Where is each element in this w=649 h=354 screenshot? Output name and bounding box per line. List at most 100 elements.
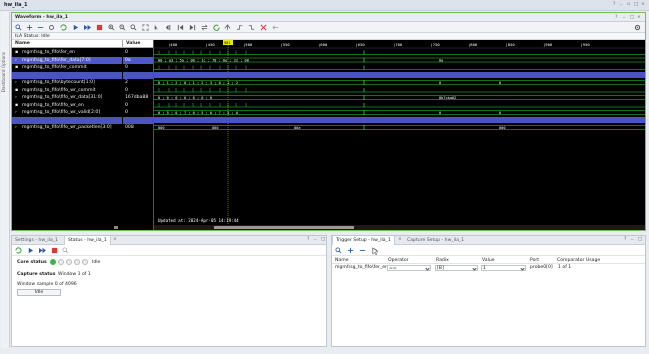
- operator-select[interactable]: ==: [387, 265, 431, 271]
- signal-value: [123, 71, 153, 79]
- tab-status[interactable]: Status - hw_ila_1: [64, 236, 111, 245]
- mouse-cursor-icon: [372, 248, 379, 255]
- search-icon[interactable]: [335, 247, 342, 254]
- status-search-icon[interactable]: [62, 247, 69, 254]
- waveform-traces: |400 |450 |500 |550 |600 |650 |700 |750 |800 |850…: [154, 40, 645, 230]
- bus-expand-icon[interactable]: ›: [15, 80, 17, 85]
- zoom-out-icon[interactable]: [119, 24, 126, 31]
- close-icon[interactable]: ×: [641, 2, 645, 7]
- add-marker-icon[interactable]: [224, 24, 231, 31]
- bus-expand-icon[interactable]: ›: [15, 95, 17, 100]
- zoom-in-icon[interactable]: [108, 24, 115, 31]
- signal-bit-icon: ▪: [15, 50, 19, 55]
- restore-icon[interactable]: ▫: [627, 2, 630, 7]
- play-icon[interactable]: [72, 24, 79, 31]
- cursor-icon[interactable]: [153, 24, 160, 31]
- fast-forward-icon[interactable]: [84, 24, 91, 31]
- name-scrollbar[interactable]: [12, 225, 153, 230]
- trigger-panel: Trigger Setup - hw_ila_1 × Capture Setup…: [331, 235, 646, 347]
- col-comparator-usage: Comparator Usage: [557, 258, 601, 263]
- signal-value: 0: [125, 110, 128, 115]
- signal-row[interactable]: › mgmt\sg_to_fifo\fifo_wr_packetlen[3:0]: [12, 124, 122, 131]
- add-probe-icon[interactable]: [347, 247, 354, 254]
- time-tick-label: |700: [393, 42, 403, 47]
- trigger-restore-icon[interactable]: □: [638, 237, 642, 242]
- time-tick-label: |500: [243, 42, 253, 47]
- core-status-value: Idle: [92, 260, 101, 265]
- remove-probe-icon[interactable]: [359, 247, 366, 254]
- signal-row[interactable]: ▪ mgmt\sg_to_fifo\fer_en: [12, 49, 122, 56]
- bus-expand-icon[interactable]: ›: [15, 58, 17, 63]
- idle-button[interactable]: Idle: [17, 289, 61, 296]
- waveform-settings-icon[interactable]: [634, 24, 641, 31]
- value-select[interactable]: 1: [481, 265, 526, 271]
- tab-trigger-setup[interactable]: Trigger Setup - hw_ila_1: [332, 236, 395, 245]
- table-row[interactable]: mgmt\sg_to_fifo\fer_en == [B] 1 probe0[0…: [332, 264, 645, 272]
- signal-value: [123, 116, 153, 124]
- play-icon[interactable]: [27, 247, 34, 254]
- signal-row[interactable]: [12, 71, 122, 79]
- signal-row[interactable]: › mgmt\sg_to_fifo\bytecount[1:0]: [12, 79, 122, 86]
- trigger-help-icon[interactable]: ?: [624, 237, 626, 242]
- dashboard-options-tab[interactable]: Dashboard Options: [1, 12, 10, 348]
- run-trigger-icon[interactable]: [15, 247, 22, 254]
- minimize-icon[interactable]: _: [620, 1, 622, 6]
- probe-name: mgmt\sg_to_fifo\fer_en: [335, 265, 388, 270]
- zoom-fit-icon[interactable]: [130, 24, 137, 31]
- fit-view-icon[interactable]: [142, 24, 149, 31]
- add-icon[interactable]: [26, 24, 33, 31]
- trigger-tab-close-icon[interactable]: ×: [398, 237, 402, 242]
- waveform-close-icon[interactable]: ×: [637, 15, 641, 20]
- time-tick-label: |550: [281, 42, 291, 47]
- go-start-icon[interactable]: [177, 24, 184, 31]
- status-dot: [58, 259, 64, 265]
- signal-row[interactable]: › mgmt\sg_to_fifo\fifo_wr_valid[2:0]: [12, 109, 122, 116]
- prev-edge-icon[interactable]: [236, 24, 243, 31]
- stop-icon[interactable]: [96, 24, 103, 31]
- waveform-minimize-icon[interactable]: _: [623, 14, 625, 19]
- ila-status-text: ILA Status: Idle: [15, 34, 50, 39]
- bus-value-label: 0: [499, 111, 501, 115]
- signal-bit-icon: ▪: [15, 65, 19, 70]
- tab-capture-setup[interactable]: Capture Setup - hw_ila_1: [404, 236, 467, 245]
- waveform-title: Waveform - hw_ila_1: [15, 15, 68, 20]
- next-edge-icon[interactable]: [248, 24, 255, 31]
- signal-row[interactable]: ▪ mgmt\sg_to_fifo\fifo_wr_commit: [12, 87, 122, 94]
- stop-icon[interactable]: [51, 247, 58, 254]
- status-help-icon[interactable]: ?: [307, 237, 309, 242]
- capture-status-value: Window 1 of 1: [58, 272, 91, 277]
- signal-bit-icon: ▪: [15, 87, 19, 93]
- radix-select[interactable]: [B]: [435, 265, 478, 271]
- maximize-icon[interactable]: □: [634, 2, 638, 7]
- delete-icon[interactable]: [260, 24, 267, 31]
- fast-forward-icon[interactable]: [39, 247, 46, 254]
- signal-row[interactable]: › mgmt\sg_to_fifo\fifo_wr_data[31:0]: [12, 94, 122, 101]
- signal-row[interactable]: ▪ mgmt\sg_to_fifo\fer_commit: [12, 64, 122, 71]
- remove-icon[interactable]: [37, 24, 44, 31]
- bus-expand-icon[interactable]: ›: [15, 125, 17, 130]
- status-minimize-icon[interactable]: _: [314, 236, 316, 241]
- signal-row[interactable]: › mgmt\sg_to_fifo\fer_data[7:0]: [12, 56, 122, 64]
- go-end-icon[interactable]: [189, 24, 196, 31]
- settings-icon[interactable]: [48, 24, 55, 31]
- run-trigger-icon[interactable]: [60, 24, 67, 31]
- signal-row[interactable]: ▪ mgmt\sg_to_fifo\fifo_wr_en: [12, 102, 122, 109]
- wave-horizontal-scrollbar[interactable]: [154, 225, 645, 230]
- signal-row[interactable]: [12, 116, 122, 124]
- time-tick-label: |400: [168, 42, 178, 47]
- prev-marker-icon[interactable]: [165, 24, 172, 31]
- refresh-icon[interactable]: [213, 24, 220, 31]
- trigger-minimize-icon[interactable]: _: [631, 236, 633, 241]
- expand-icon[interactable]: [272, 24, 279, 31]
- tab-close-icon[interactable]: ×: [113, 237, 117, 242]
- waveform-help-icon[interactable]: ?: [615, 15, 617, 20]
- swap-icon[interactable]: [201, 24, 208, 31]
- help-icon[interactable]: ?: [613, 2, 615, 7]
- signal-bit-icon: ▪: [15, 102, 19, 108]
- bus-value-label: 0a: [439, 58, 443, 62]
- waveform-restore-icon[interactable]: □: [630, 15, 634, 20]
- bus-expand-icon[interactable]: ›: [15, 110, 17, 115]
- search-icon[interactable]: [15, 24, 22, 31]
- status-restore-icon[interactable]: □: [321, 237, 325, 242]
- tab-settings[interactable]: Settings - hw_ila_1: [12, 236, 61, 245]
